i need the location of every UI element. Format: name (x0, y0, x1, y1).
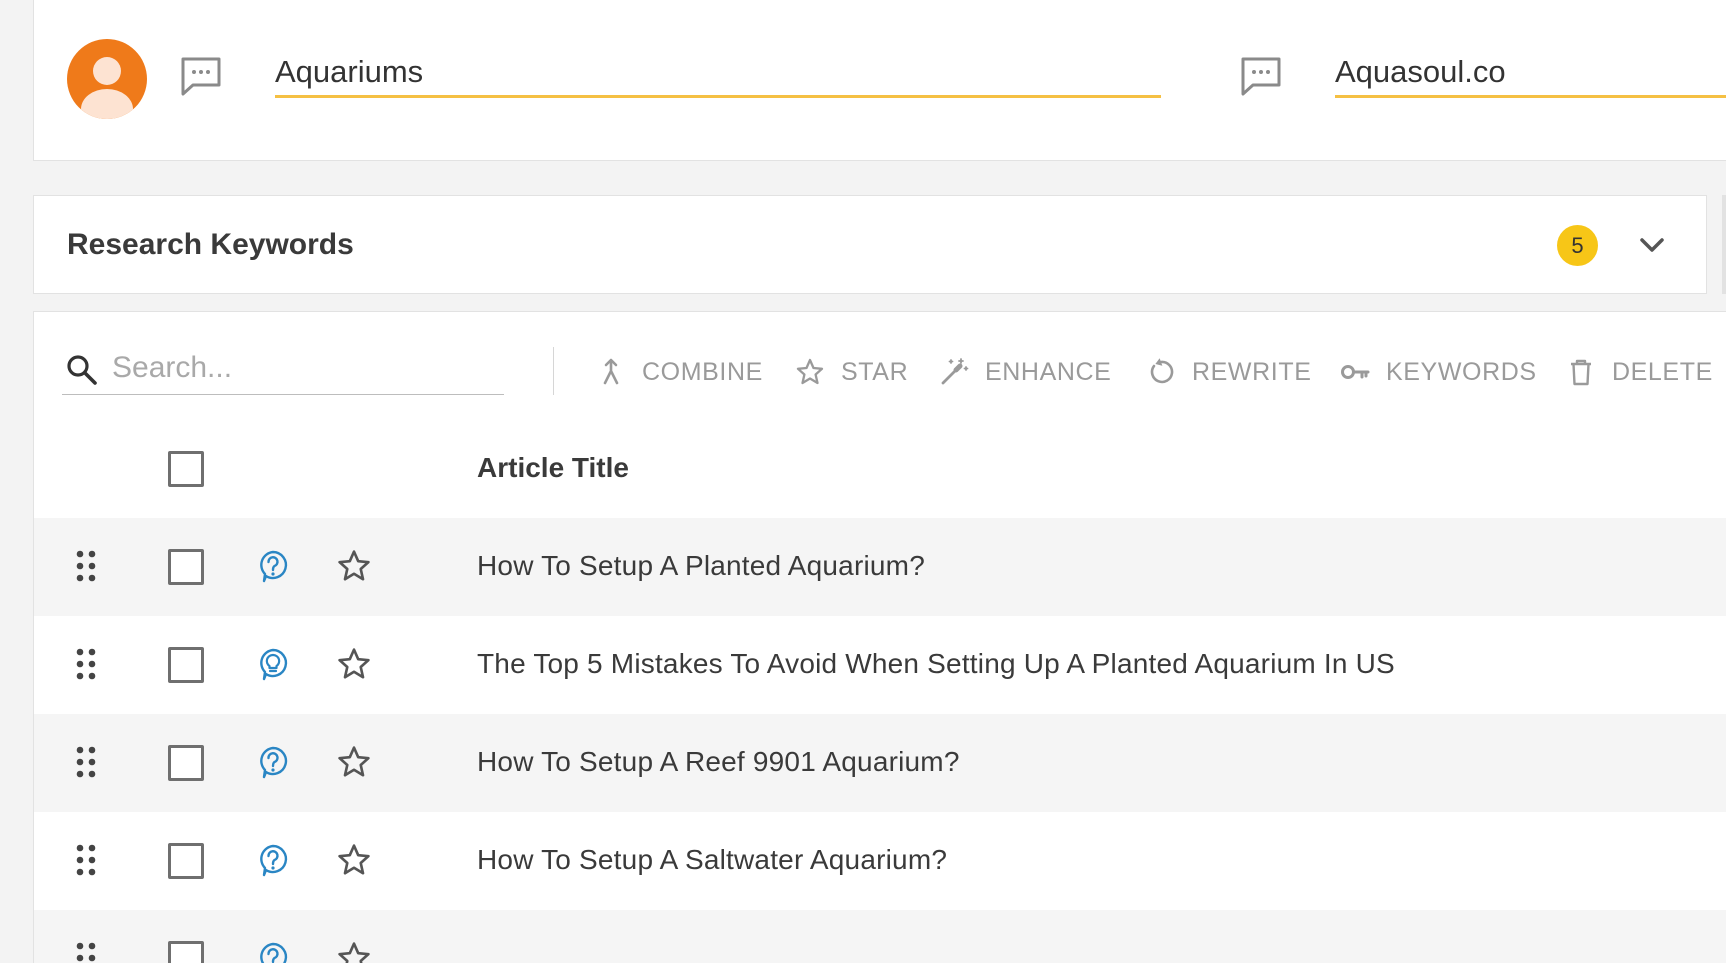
search-box[interactable] (62, 340, 504, 395)
row-checkbox[interactable] (168, 745, 204, 781)
avatar-head-shape (93, 57, 121, 85)
row-checkbox[interactable] (168, 843, 204, 879)
search-icon (67, 355, 97, 385)
delete-label: DELETE (1612, 357, 1713, 386)
project-name-field[interactable]: Aquariums (275, 52, 1161, 98)
refresh-icon (1150, 358, 1174, 384)
toolbar-divider (553, 347, 554, 395)
search-input[interactable] (112, 348, 492, 388)
keyword-count-badge: 5 (1557, 225, 1598, 266)
table-row[interactable]: The Top 5 Mistakes To Avoid When Setting… (34, 616, 1726, 714)
star-outline-icon[interactable] (336, 940, 372, 963)
row-checkbox[interactable] (168, 941, 204, 963)
avatar-body-shape (81, 89, 133, 119)
row-checkbox[interactable] (168, 647, 204, 683)
question-bubble-icon (260, 942, 288, 963)
question-bubble-icon (260, 746, 288, 779)
magic-wand-icon (941, 358, 969, 385)
project-header-card: Aquariums Aquasoul.co (33, 0, 1726, 161)
drag-handle-icon[interactable] (74, 646, 98, 682)
star-outline-icon[interactable] (336, 744, 372, 780)
question-bubble-icon (260, 844, 288, 877)
row-checkbox[interactable] (168, 549, 204, 585)
star-outline-icon (796, 358, 824, 385)
project-site-field[interactable]: Aquasoul.co (1335, 52, 1726, 98)
article-title[interactable]: How To Setup A Planted Aquarium? (477, 550, 925, 582)
star-label: STAR (841, 357, 909, 386)
rewrite-label: REWRITE (1192, 357, 1312, 386)
article-title[interactable]: How To Setup A Reef 9901 Aquarium? (477, 746, 960, 778)
rewrite-button[interactable]: REWRITE (1146, 348, 1311, 396)
combine-label: COMBINE (642, 357, 763, 386)
table-row[interactable] (34, 910, 1726, 963)
drag-handle-icon[interactable] (74, 842, 98, 878)
comment-icon (1241, 57, 1281, 96)
article-title[interactable]: The Top 5 Mistakes To Avoid When Setting… (477, 648, 1395, 680)
table-row[interactable]: How To Setup A Reef 9901 Aquarium? (34, 714, 1726, 812)
keywords-button[interactable]: KEYWORDS (1340, 348, 1537, 396)
drag-handle-icon[interactable] (74, 548, 98, 584)
avatar[interactable] (67, 39, 147, 119)
adjacent-card-edge (1722, 195, 1726, 294)
research-keywords-panel[interactable]: Research Keywords 5 (33, 195, 1707, 294)
table-header: Article Title (34, 420, 1726, 518)
section-title: Research Keywords (67, 228, 354, 261)
trash-icon (1571, 359, 1591, 386)
table-row[interactable]: How To Setup A Planted Aquarium? (34, 518, 1726, 616)
articles-panel: COMBINE STAR ENHANCE REWRITE KEYWORDS (33, 311, 1726, 963)
merge-icon (603, 358, 619, 385)
star-outline-icon[interactable] (336, 548, 372, 584)
chevron-down-icon[interactable] (1637, 230, 1667, 260)
star-outline-icon[interactable] (336, 842, 372, 878)
table-row[interactable]: How To Setup A Saltwater Aquarium? (34, 812, 1726, 910)
key-icon (1341, 365, 1370, 379)
select-all-checkbox[interactable] (168, 451, 204, 487)
delete-button[interactable]: DELETE (1566, 348, 1713, 396)
drag-handle-icon[interactable] (74, 744, 98, 780)
star-button[interactable]: STAR (795, 348, 908, 396)
comment-icon (181, 57, 221, 96)
keywords-label: KEYWORDS (1386, 357, 1537, 386)
article-title[interactable]: How To Setup A Saltwater Aquarium? (477, 844, 947, 876)
enhance-label: ENHANCE (985, 357, 1112, 386)
enhance-button[interactable]: ENHANCE (939, 348, 1111, 396)
star-outline-icon[interactable] (336, 646, 372, 682)
column-header-article-title[interactable]: Article Title (477, 452, 629, 484)
drag-handle-icon[interactable] (74, 940, 98, 963)
lightbulb-bubble-icon (260, 648, 288, 681)
combine-button[interactable]: COMBINE (596, 348, 763, 396)
question-bubble-icon (260, 550, 288, 583)
